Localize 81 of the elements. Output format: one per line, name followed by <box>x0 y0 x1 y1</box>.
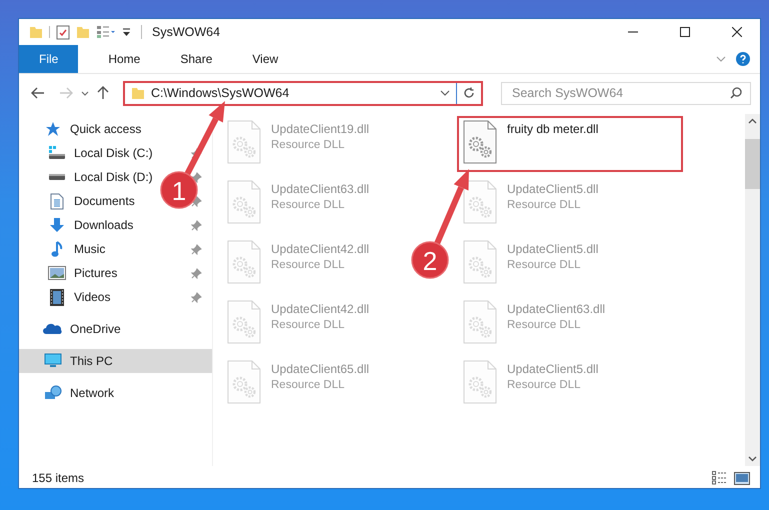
minimize-icon <box>628 31 638 33</box>
sidebar-item[interactable]: Network <box>43 381 114 405</box>
file-type: Resource DLL <box>271 259 346 271</box>
file-name[interactable]: fruity db meter.dll <box>507 122 598 136</box>
drive-icon <box>48 145 66 161</box>
ribbon-tab[interactable]: Home <box>92 45 156 73</box>
pin-icon[interactable] <box>191 172 202 182</box>
sidebar-item[interactable]: Local Disk (D:) <box>47 165 153 189</box>
address-bar[interactable]: C:\Windows\SysWOW64 <box>123 80 483 106</box>
help-icon[interactable] <box>736 52 750 66</box>
item-count: 155 items <box>32 471 86 485</box>
step-number: 1 <box>172 176 186 206</box>
file-type: Resource DLL <box>271 379 346 391</box>
down-arrow-icon <box>49 217 65 233</box>
dropdown-icon[interactable] <box>81 90 89 96</box>
sidebar-item[interactable]: This PC <box>19 349 212 373</box>
sidebar-item[interactable]: Quick access <box>43 117 142 141</box>
maximize-icon <box>680 27 690 37</box>
back-icon[interactable] <box>31 87 45 99</box>
gear-file-icon <box>463 300 497 344</box>
details-view-icon[interactable] <box>712 471 728 485</box>
properties-icon[interactable] <box>56 24 70 40</box>
dropdown-icon[interactable] <box>122 27 131 37</box>
folder-icon <box>131 86 145 100</box>
pin-icon[interactable] <box>191 220 202 230</box>
sidebar-item[interactable]: Videos <box>47 285 110 309</box>
sidebar-item[interactable]: Downloads <box>47 213 134 237</box>
step-badge <box>160 171 198 209</box>
ribbon-tab[interactable]: File <box>19 45 78 73</box>
sidebar-item[interactable]: Documents <box>47 189 135 213</box>
music-note-icon <box>51 240 63 258</box>
gear-file-icon <box>463 240 497 284</box>
search-field[interactable]: Search SysWOW64 <box>501 82 751 104</box>
file-type: Resource DLL <box>507 379 582 391</box>
sidebar-item[interactable]: Pictures <box>47 261 118 285</box>
picture-icon <box>48 266 66 280</box>
network-icon <box>44 385 62 401</box>
file-type: Resource DLL <box>507 259 582 271</box>
gear-file-icon <box>463 360 497 404</box>
file-type: Resource DLL <box>507 199 582 211</box>
file-type: Resource DLL <box>271 199 346 211</box>
scrollbar-thumb[interactable] <box>745 139 760 189</box>
address-path: C:\Windows\SysWOW64 <box>151 86 290 100</box>
gear-file-icon <box>227 240 261 284</box>
refresh-icon[interactable] <box>463 87 475 99</box>
file-type: Resource DLL <box>271 319 346 331</box>
search-icon <box>730 87 742 99</box>
drive-icon <box>48 173 66 181</box>
window-title: SysWOW64 <box>152 25 222 39</box>
gear-file-icon <box>227 360 261 404</box>
gear-file-icon <box>227 180 261 224</box>
pin-icon[interactable] <box>191 292 202 302</box>
pin-icon[interactable] <box>191 244 202 254</box>
pin-icon[interactable] <box>191 196 202 206</box>
scroll-up-icon[interactable] <box>748 118 757 124</box>
file-type: Resource DLL <box>507 319 582 331</box>
gear-file-icon <box>227 120 261 164</box>
up-icon[interactable] <box>97 86 109 100</box>
sidebar-item[interactable]: OneDrive <box>43 317 121 341</box>
ribbon-tab[interactable]: View <box>236 45 294 73</box>
gear-file-icon <box>463 120 497 164</box>
monitor-icon <box>44 353 62 369</box>
cloud-icon <box>43 323 63 335</box>
chevron-icon[interactable] <box>716 56 726 62</box>
gear-file-icon <box>463 180 497 224</box>
pin-icon[interactable] <box>191 268 202 278</box>
scroll-down-icon[interactable] <box>748 456 757 462</box>
film-icon <box>50 288 64 306</box>
sidebar-item[interactable]: Local Disk (C:) <box>47 141 153 165</box>
document-icon <box>50 192 64 210</box>
star-icon <box>45 121 61 137</box>
step-number: 2 <box>422 246 438 276</box>
thumbnail-view-icon[interactable] <box>734 472 750 484</box>
file-type: Resource DLL <box>271 139 346 151</box>
ribbon-tab[interactable]: Share <box>164 45 228 73</box>
close-icon <box>732 27 742 37</box>
gear-file-icon <box>227 300 261 344</box>
sidebar-item[interactable]: Music <box>47 237 106 261</box>
step-badge <box>411 241 449 279</box>
dropdown-icon[interactable] <box>440 90 450 96</box>
view-options-icon[interactable] <box>96 25 116 39</box>
